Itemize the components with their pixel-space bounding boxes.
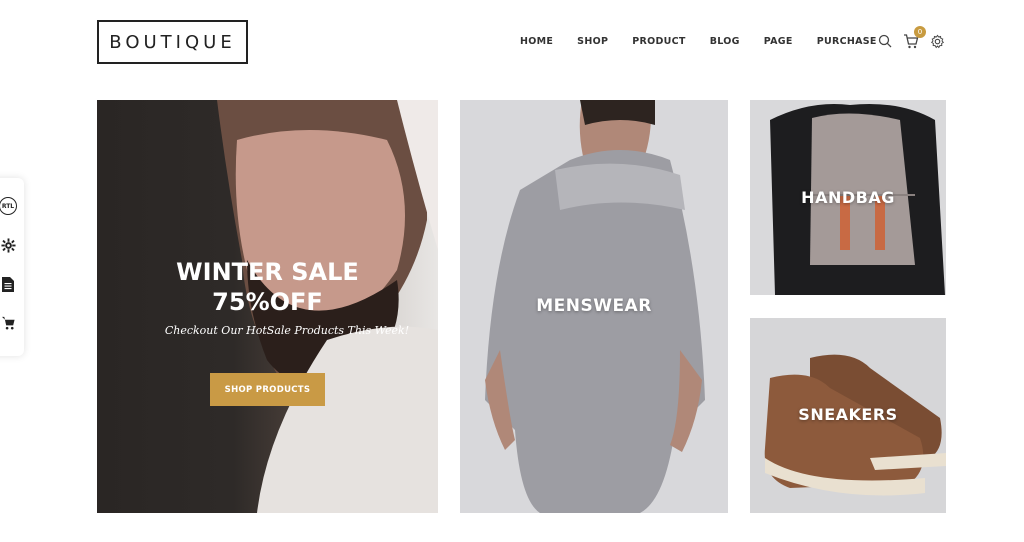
winter-sale-banner[interactable]: WINTER SALE 75%OFF Checkout Our HotSale … [97, 100, 438, 513]
nav-page[interactable]: PAGE [764, 36, 793, 47]
menswear-label: MENSWEAR [536, 296, 652, 316]
nav-blog[interactable]: BLOG [710, 36, 740, 47]
sale-title-line1: WINTER SALE [176, 258, 359, 286]
main-nav: HOME SHOP PRODUCT BLOG PAGE PURCHASE [520, 36, 877, 47]
menswear-banner[interactable]: MENSWEAR [460, 100, 728, 513]
rtl-icon[interactable]: RTL [0, 196, 18, 216]
side-toolbar: RTL [0, 178, 24, 356]
rtl-label: RTL [0, 197, 17, 215]
header-actions: 0 [876, 26, 946, 50]
brand-logo[interactable]: BOUTIQUE [97, 20, 248, 64]
nav-shop[interactable]: SHOP [577, 36, 608, 47]
handbag-banner[interactable]: HANDBAG [750, 100, 946, 295]
gear-icon[interactable] [0, 235, 18, 255]
document-icon[interactable] [0, 274, 18, 294]
sale-title-line2: 75%OFF [212, 288, 323, 316]
sneakers-banner[interactable]: SNEAKERS [750, 318, 946, 513]
nav-product[interactable]: PRODUCT [632, 36, 686, 47]
nav-purchase[interactable]: PURCHASE [817, 36, 877, 47]
cart-icon[interactable] [0, 313, 18, 333]
handbag-label: HANDBAG [801, 188, 895, 207]
sneakers-label: SNEAKERS [798, 405, 898, 424]
sale-subtitle: Checkout Our HotSale Products This Week! [164, 324, 410, 337]
search-icon[interactable] [876, 32, 894, 50]
shop-products-button[interactable]: SHOP PRODUCTS [210, 373, 325, 406]
cart-count-badge: 0 [914, 26, 926, 38]
nav-home[interactable]: HOME [520, 36, 553, 47]
cart-icon[interactable]: 0 [902, 26, 926, 50]
settings-icon[interactable] [928, 32, 946, 50]
